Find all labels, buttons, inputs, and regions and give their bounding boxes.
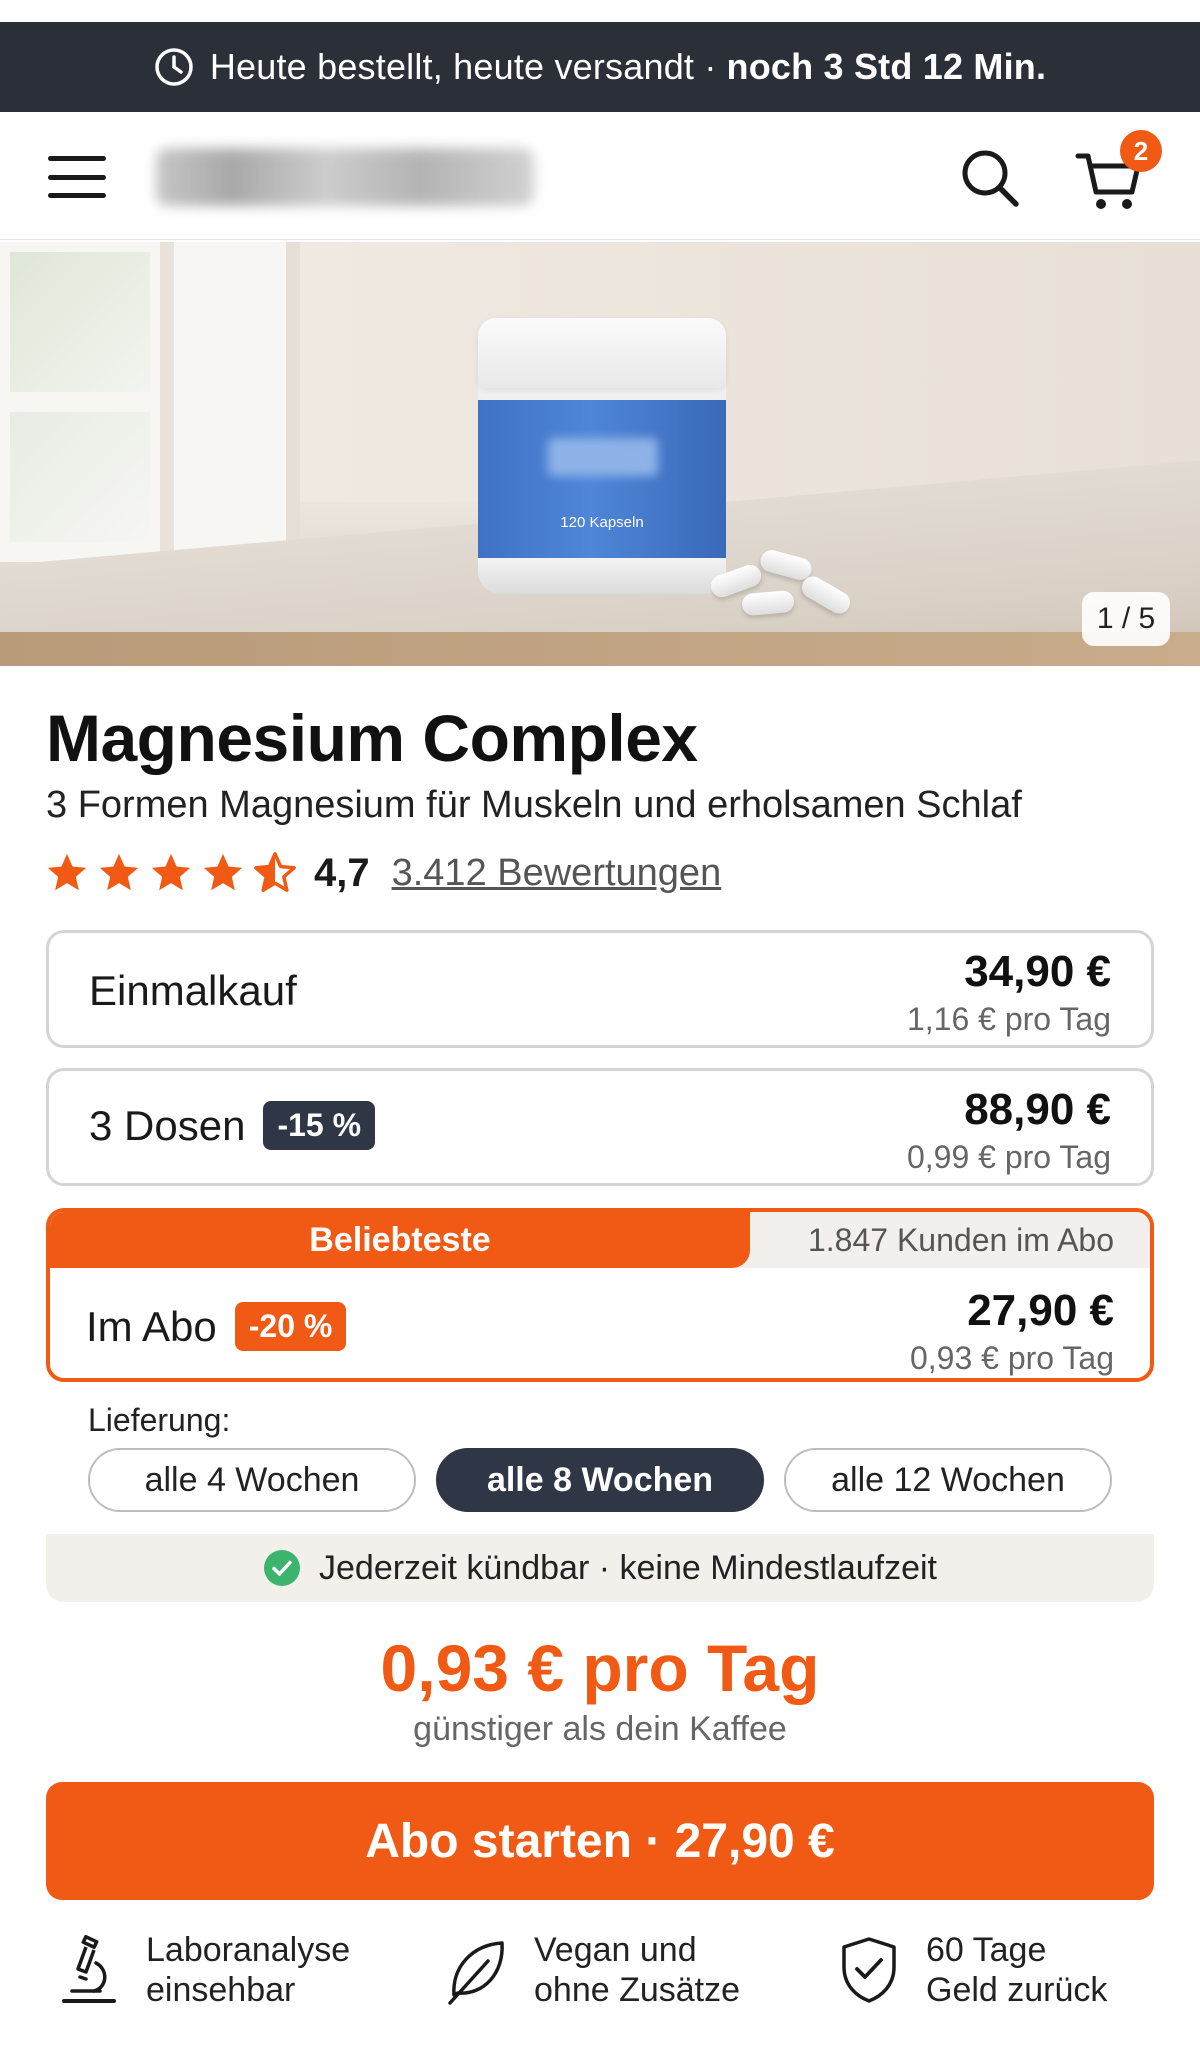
cancellation-note: Jederzeit kündbar · keine Mindestlaufzei… [46,1534,1154,1602]
option-price-per-day: 0,93 € pro Tag [909,1340,1114,1376]
price-per-day-highlight: 0,93 € pro Tag [380,1631,820,1705]
search-icon[interactable] [958,146,1022,210]
image-counter: 1 / 5 [1082,592,1170,646]
feature-list: Laboranalyse einsehbar Vegan und ohne Zu… [0,1930,1200,2030]
feature-line: ohne Zusätze [534,1971,741,2009]
interval-12-weeks[interactable]: alle 12 Wochen [784,1448,1112,1512]
feature-line: Vegan und [534,1931,697,1969]
reviews-link[interactable]: 3.412 Bewertungen [392,852,722,895]
interval-4-weeks[interactable]: alle 4 Wochen [88,1448,416,1512]
discount-badge: -20 % [234,1302,347,1351]
option-price-total: 34,90 € [964,947,1111,996]
feature-line: Geld zurück [926,1971,1108,2009]
option-price: 34,90 € 1,16 € pro Tag [907,947,1111,1038]
option-three-cans[interactable]: 3 Dosen -15 % 88,90 € 0,99 € pro Tag [46,1068,1154,1186]
rating-stars [44,850,298,896]
option-price-total: 27,90 € [967,1286,1114,1335]
clock-icon [155,48,193,86]
site-header: 2 [0,112,1200,240]
option-label: 3 Dosen [89,1101,246,1149]
feature-line: einsehbar [146,1971,296,2009]
star-icon [203,853,243,891]
brand-logo[interactable] [156,148,534,206]
star-icon [99,853,139,891]
feature-item: Vegan und ohne Zusätze [444,1930,740,2010]
delivery-label: Lieferung: [88,1402,231,1438]
subscriber-count: 1.847 Kunden im Abo [807,1222,1114,1258]
menu-icon-line [48,193,106,198]
star-half-icon [254,852,296,892]
image-window [0,242,300,562]
option-price-per-day: 0,99 € pro Tag [906,1139,1111,1175]
menu-icon-line [48,174,106,180]
check-circle-icon [264,1550,300,1586]
star-icon [151,853,191,891]
feature-text: 60 Tage Geld zurück [926,1930,1107,2010]
feature-line: Laboranalyse [146,1931,351,1969]
feature-item: 60 Tage Geld zurück [836,1930,1107,2010]
leaf-icon [448,1941,504,2005]
product-jar: 120 Kapseln [478,318,726,594]
jar-capsule-count: 120 Kapseln [560,514,644,531]
product-title: Magnesium Complex [46,701,698,775]
image-cabinet [0,632,1200,666]
jar-brand-label [548,438,658,476]
announcement-bar: Heute bestellt, heute versandt · noch 3 … [0,22,1200,112]
feature-text: Vegan und ohne Zusätze [534,1930,740,2010]
shield-check-icon [842,1937,896,2003]
option-label-wrap: 3 Dosen -15 % [89,1101,376,1150]
product-subtitle: 3 Formen Magnesium für Muskeln und erhol… [46,784,1022,826]
option-price: 88,90 € 0,99 € pro Tag [907,1085,1111,1176]
cart-count-badge: 2 [1120,130,1162,172]
option-single-purchase[interactable]: Einmalkauf 34,90 € 1,16 € pro Tag [46,930,1154,1048]
option-price-total: 88,90 € [964,1085,1111,1134]
option-subscription[interactable]: Beliebteste 1.847 Kunden im Abo Im Abo -… [46,1208,1154,1382]
product-image-gallery[interactable]: 120 Kapseln [0,242,1200,666]
option-price: 27,90 € 0,93 € pro Tag [910,1286,1114,1377]
feature-line: 60 Tage [926,1931,1047,1969]
microscope-icon [62,1934,116,2003]
option-label-wrap: Im Abo -20 % [86,1302,347,1351]
start-subscription-button[interactable]: Abo starten · 27,90 € [46,1782,1154,1900]
rating-score: 4,7 [314,850,370,895]
option-label: Einmalkauf [89,967,297,1014]
feature-item: Laboranalyse einsehbar [56,1930,350,2010]
announcement-text: Heute bestellt, heute versandt · [209,46,717,87]
cancellation-text: Jederzeit kündbar · keine Mindestlaufzei… [319,1548,937,1587]
interval-8-weeks[interactable]: alle 8 Wochen [436,1448,764,1512]
bestseller-ribbon: Beliebteste [50,1212,750,1268]
product-rating: 4,7 3.412 Bewertungen [44,845,721,901]
feature-text: Laboranalyse einsehbar [146,1930,350,2010]
price-comparison: günstiger als dein Kaffee [413,1710,787,1748]
star-icon [47,853,87,891]
announcement-countdown: noch 3 Std 12 Min. [726,46,1047,87]
option-price-per-day: 1,16 € pro Tag [906,1001,1111,1037]
delivery-interval-panel: Lieferung: alle 4 Wochen alle 8 Wochen a… [46,1382,1154,1602]
discount-badge: -15 % [263,1101,376,1150]
menu-icon-line [48,156,106,161]
menu-button[interactable] [48,156,106,198]
option-label: Im Abo [86,1302,217,1350]
